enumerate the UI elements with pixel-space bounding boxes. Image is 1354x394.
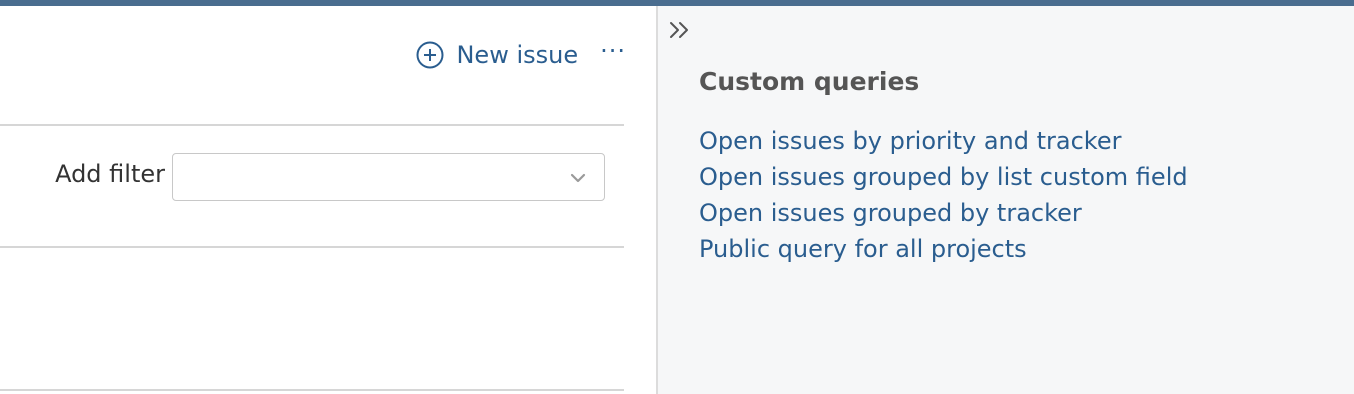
main-content: New issue ··· Add filter xyxy=(0,6,656,394)
divider xyxy=(0,246,624,248)
chevron-down-icon xyxy=(570,173,586,183)
double-chevron-right-icon[interactable] xyxy=(668,18,692,42)
sidebar: Custom queries Open issues by priority a… xyxy=(656,6,1354,394)
custom-queries-title: Custom queries xyxy=(699,67,920,96)
query-link[interactable]: Open issues grouped by tracker xyxy=(699,195,1188,231)
new-issue-label: New issue xyxy=(456,41,579,69)
divider xyxy=(0,124,624,126)
plus-circle-icon xyxy=(416,41,444,69)
divider xyxy=(0,389,624,391)
query-link[interactable]: Open issues grouped by list custom field xyxy=(699,159,1188,195)
more-icon[interactable]: ··· xyxy=(600,39,626,63)
add-filter-row: Add filter xyxy=(0,153,624,201)
new-issue-link[interactable]: New issue xyxy=(415,40,578,70)
query-link[interactable]: Public query for all projects xyxy=(699,231,1188,267)
query-link[interactable]: Open issues by priority and tracker xyxy=(699,123,1188,159)
custom-queries-list: Open issues by priority and tracker Open… xyxy=(699,123,1188,267)
add-filter-select[interactable] xyxy=(172,153,605,201)
contextual-actions: New issue ··· xyxy=(415,39,626,70)
add-filter-label: Add filter xyxy=(55,160,165,188)
